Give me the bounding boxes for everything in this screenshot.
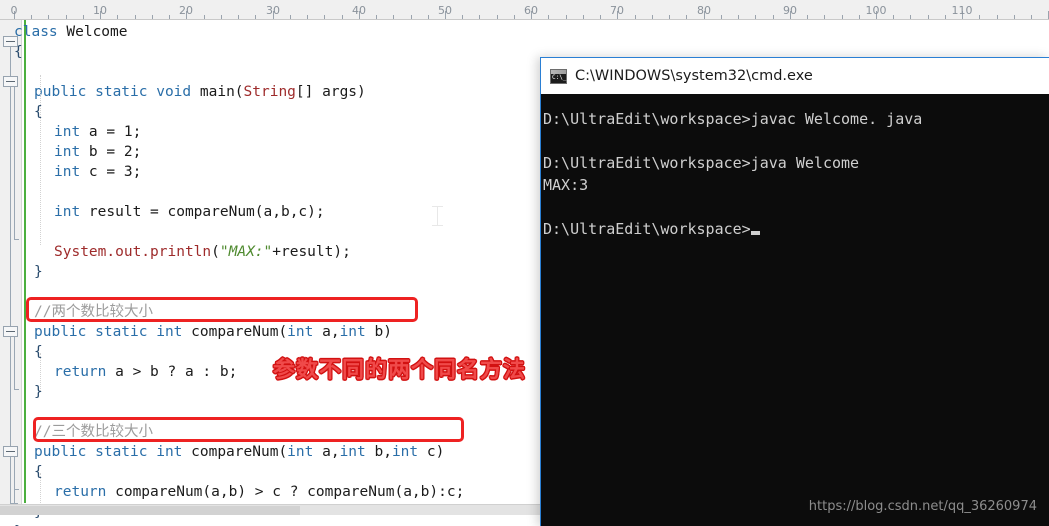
code-token: b) xyxy=(374,324,392,340)
ruler-label: 90 xyxy=(783,4,797,17)
code-token: int xyxy=(339,324,375,340)
code-token: { xyxy=(14,44,23,60)
code-token: a, xyxy=(322,444,340,460)
ruler-label: 30 xyxy=(266,4,280,17)
code-token: a > b ? a : b; xyxy=(115,364,238,380)
code-token: c = 3; xyxy=(88,164,142,180)
code-token: int xyxy=(287,444,323,460)
horizontal-ruler: 0 10 20 30 40 50 60 70 80 90 100 110 xyxy=(0,0,1049,20)
code-token: System.out.println xyxy=(54,244,212,260)
code-token: int xyxy=(54,124,89,140)
code-token: compareNum( xyxy=(191,444,288,460)
code-line[interactable]: int c = 3; xyxy=(54,162,141,182)
code-token: public static void xyxy=(34,84,200,100)
code-token: int xyxy=(54,204,89,220)
watermark: https://blog.csdn.net/qq_36260974 xyxy=(808,499,1037,514)
code-token: int xyxy=(54,164,89,180)
code-token: public static int xyxy=(34,324,192,340)
console-line: D:\UltraEdit\workspace> xyxy=(543,218,922,240)
indent-guide-1 xyxy=(40,75,41,245)
code-token: "MAX:" xyxy=(219,244,273,260)
code-line[interactable]: } xyxy=(14,522,23,526)
ruler-label: 80 xyxy=(697,4,711,17)
code-line[interactable]: public static int compareNum(int a,int b… xyxy=(34,322,392,342)
code-token: ( xyxy=(211,244,220,260)
code-line[interactable]: { xyxy=(34,342,43,362)
code-token: b, xyxy=(374,444,392,460)
code-token: return xyxy=(54,484,116,500)
indent-guide-2 xyxy=(40,353,41,391)
code-token: compareNum(a,b) > c ? compareNum(a,b):c; xyxy=(115,484,465,500)
code-line[interactable]: //三个数比较大小 xyxy=(34,422,153,442)
code-line[interactable]: System.out.println("MAX:"+result); xyxy=(54,242,351,262)
code-token: int xyxy=(287,324,323,340)
code-token: b = 2; xyxy=(88,144,142,160)
code-line[interactable]: //两个数比较大小 xyxy=(34,302,153,322)
screenshot-root: 0 10 20 30 40 50 60 70 80 90 100 110 class Welcome {… xyxy=(0,0,1049,526)
cmd-icon xyxy=(550,68,567,84)
ruler-label: 70 xyxy=(610,4,624,17)
code-token: main( xyxy=(199,84,244,100)
code-token: String xyxy=(243,84,296,100)
code-token: return xyxy=(54,364,116,380)
code-line[interactable]: { xyxy=(34,102,43,122)
command-prompt-title: C:\WINDOWS\system32\cmd.exe xyxy=(575,68,813,84)
code-token: public static int xyxy=(34,444,192,460)
ruler-label: 60 xyxy=(524,4,538,17)
ruler-label: 10 xyxy=(93,4,107,17)
fold-bracket-class xyxy=(10,47,11,503)
code-token: //两个数比较大小 xyxy=(34,304,153,320)
text-cursor-ibeam xyxy=(432,206,443,226)
console-line: D:\UltraEdit\workspace>javac Welcome. ja… xyxy=(543,110,923,128)
code-token: { xyxy=(34,104,43,120)
code-token: } xyxy=(34,384,43,400)
code-line[interactable]: int a = 1; xyxy=(54,122,141,142)
ruler-label: 0 xyxy=(10,4,18,17)
code-line[interactable]: } xyxy=(34,262,43,282)
annotation-note-overloading: 参数不同的两个同名方法 xyxy=(273,358,527,383)
code-token: compareNum( xyxy=(191,324,288,340)
ruler-label: 40 xyxy=(352,4,366,17)
code-token: c) xyxy=(426,444,445,460)
ruler-label: 20 xyxy=(179,4,193,17)
code-line[interactable]: public static int compareNum(int a,int b… xyxy=(34,442,444,462)
code-line[interactable]: { xyxy=(14,42,23,62)
code-token: class xyxy=(14,24,67,40)
code-line[interactable]: int b = 2; xyxy=(54,142,141,162)
command-prompt-window[interactable]: C:\WINDOWS\system32\cmd.exe D:\UltraEdit… xyxy=(540,57,1049,526)
code-line[interactable]: public static void main(String[] args) xyxy=(34,82,366,102)
code-token: result = compareNum(a,b,c); xyxy=(88,204,325,220)
code-token: int xyxy=(54,144,89,160)
code-line[interactable]: return a > b ? a : b; xyxy=(54,362,237,382)
code-token: //三个数比较大小 xyxy=(34,424,153,440)
code-token: Welcome xyxy=(66,24,128,40)
ruler-ticks: 0 10 20 30 40 50 60 70 80 90 100 110 xyxy=(0,0,1049,19)
console-line: D:\UltraEdit\workspace>java Welcome xyxy=(543,154,860,172)
ruler-label: 100 xyxy=(865,4,887,17)
code-line[interactable]: } xyxy=(34,382,43,402)
console-line: MAX:3 xyxy=(543,176,589,194)
console-caret xyxy=(750,231,760,235)
code-line[interactable]: class Welcome xyxy=(14,22,128,42)
ruler-label: 50 xyxy=(438,4,452,17)
command-prompt-output-area[interactable]: D:\UltraEdit\workspace>javac Welcome. ja… xyxy=(541,94,1049,526)
code-token: int xyxy=(339,444,375,460)
command-prompt-text: D:\UltraEdit\workspace>javac Welcome. ja… xyxy=(543,108,922,240)
code-line[interactable]: { xyxy=(34,462,43,482)
ruler-label: 110 xyxy=(951,4,973,17)
code-token: a = 1; xyxy=(88,124,142,140)
code-token: int xyxy=(391,444,427,460)
code-token: [] args) xyxy=(295,84,366,100)
code-line[interactable]: return compareNum(a,b) > c ? compareNum(… xyxy=(54,482,464,502)
code-token: a, xyxy=(322,324,340,340)
code-token: { xyxy=(34,344,43,360)
horizontal-scrollbar-thumb[interactable] xyxy=(0,506,300,515)
code-token: } xyxy=(34,264,43,280)
code-line[interactable]: int result = compareNum(a,b,c); xyxy=(54,202,325,222)
command-prompt-titlebar[interactable]: C:\WINDOWS\system32\cmd.exe xyxy=(541,58,1049,94)
code-token: +result); xyxy=(272,244,351,260)
code-token: { xyxy=(34,464,43,480)
